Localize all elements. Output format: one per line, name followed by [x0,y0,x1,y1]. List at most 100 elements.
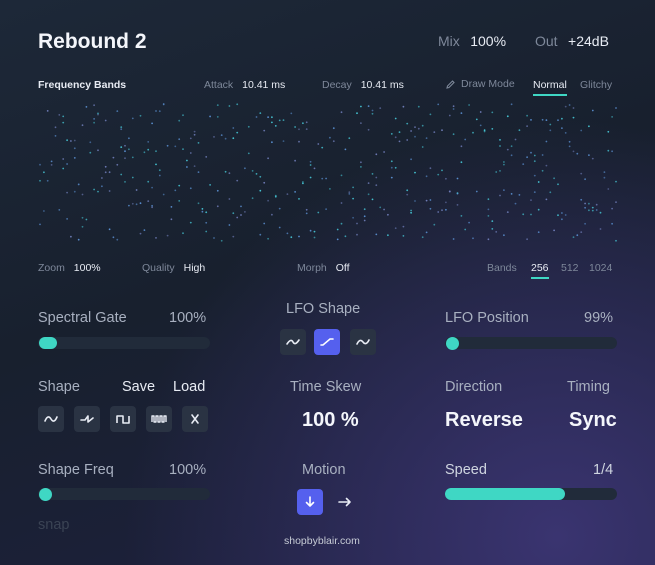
band-dot [336,238,339,241]
bands-option-1024[interactable]: 1024 [589,262,612,274]
band-dot [128,204,130,207]
band-dot [104,119,107,122]
band-dot [429,207,432,210]
band-dot [77,238,80,241]
band-dot [383,151,385,153]
zoom-label: Zoom [38,262,65,274]
zoom-value: 100% [73,262,101,274]
quality-value: High [183,262,206,274]
band-dot [43,210,45,212]
speed-label: Speed [445,462,487,478]
band-dot [174,145,177,148]
attack-control[interactable]: Attack 10.41 ms [204,79,285,91]
band-dot [452,105,455,108]
band-dot [259,189,262,192]
band-dot [599,228,602,230]
band-dot [460,145,463,148]
band-dot [309,160,312,163]
band-dot [468,221,470,224]
snap-toggle[interactable]: snap [38,517,69,533]
band-dot [464,138,467,141]
spectral-gate-knob[interactable] [39,337,57,349]
bands-option-256[interactable]: 256 [531,262,549,279]
decay-control[interactable]: Decay 10.41 ms [322,79,404,91]
band-dot [367,193,370,196]
noise-icon [151,415,167,423]
band-dot [414,200,416,202]
band-dot [182,114,184,117]
band-dot [506,148,509,151]
mode-normal-tab[interactable]: Normal [533,79,567,96]
mode-glitchy-tab[interactable]: Glitchy [580,79,612,91]
morph-value: Off [335,262,350,274]
band-dot [356,112,358,115]
band-dot [607,188,610,190]
spectral-gate-slider[interactable] [38,337,210,349]
shape-clear-button[interactable] [182,406,208,432]
shape-load-button[interactable]: Load [173,379,205,395]
shape-square-button[interactable] [110,406,136,432]
band-dot [151,186,153,189]
direction-label: Direction [445,379,503,395]
band-dot [506,211,509,213]
band-dot [116,163,119,166]
band-dot [131,176,134,179]
motion-right-button[interactable] [332,489,358,515]
band-dot [533,154,536,157]
lfo-position-knob[interactable] [446,337,459,350]
draw-mode-control[interactable]: Draw Mode [445,78,515,90]
band-dot [294,126,296,128]
band-dot [101,177,103,179]
band-dot [255,116,258,118]
morph-control[interactable]: Morph Off [297,262,350,274]
band-dot [526,114,528,117]
band-dot [131,156,134,159]
speed-value: 1/4 [593,462,614,478]
time-skew-value[interactable]: 100 % [302,409,359,432]
band-dot [313,230,316,233]
zoom-control[interactable]: Zoom 100% [38,262,101,274]
band-dot [452,238,455,240]
timing-value[interactable]: Sync [569,409,617,432]
band-dot [62,115,65,118]
out-control[interactable]: Out +24dB [535,33,609,51]
mix-control[interactable]: Mix 100% [438,33,506,51]
band-dot [39,163,41,166]
direction-value[interactable]: Reverse [445,409,523,432]
shape-freq-knob[interactable] [39,488,52,501]
band-dot [259,112,262,114]
band-dot [360,122,362,124]
band-dot [533,174,536,177]
shape-freq-slider[interactable] [38,488,210,501]
footer-link[interactable]: shopbyblair.com [284,535,360,547]
lfo-shape-sine-button[interactable] [280,329,306,355]
motion-down-button[interactable] [297,489,323,515]
band-dot [232,127,235,129]
frequency-bands-display[interactable] [38,100,618,245]
shape-save-button[interactable]: Save [122,379,155,395]
band-dot [197,171,200,173]
band-dot [445,177,447,180]
shape-ramp-button[interactable] [74,406,100,432]
band-dot [139,114,142,117]
band-dot [139,232,142,235]
bands-option-512[interactable]: 512 [561,262,579,274]
band-dot [282,140,285,142]
band-dot [282,119,285,121]
band-dot [209,115,212,118]
band-dot [356,233,358,236]
band-dot [81,193,84,196]
band-dot [452,133,455,136]
quality-control[interactable]: Quality High [142,262,205,274]
band-dot [371,112,374,115]
lfo-position-label: LFO Position [445,310,529,326]
lfo-position-slider[interactable] [445,337,617,350]
band-dot [93,118,95,120]
band-dot [390,166,393,169]
lfo-shape-ramp-button[interactable] [314,329,340,355]
shape-noise-button[interactable] [146,406,172,432]
lfo-shape-wave-button[interactable] [350,329,376,355]
shape-sine-button[interactable] [38,406,64,432]
speed-slider[interactable] [445,488,617,500]
band-dot [302,122,304,125]
